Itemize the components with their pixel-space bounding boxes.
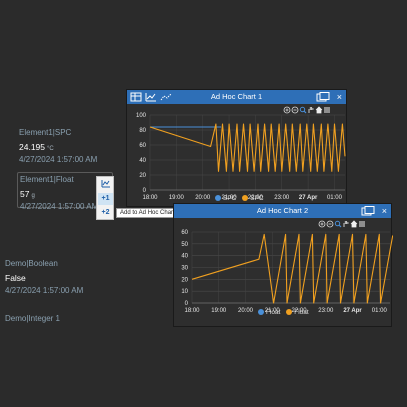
y-tick-label: 60 bbox=[139, 143, 146, 149]
legend-label[interactable]: Float bbox=[294, 309, 308, 316]
pan-hand-icon bbox=[343, 221, 349, 227]
chart-titlebar[interactable]: Ad Hoc Chart 1 × bbox=[127, 90, 346, 104]
legend-label[interactable]: SPC bbox=[223, 195, 236, 202]
element-value: 57 bbox=[20, 189, 30, 199]
home-icon bbox=[350, 220, 358, 228]
chart-toolbar bbox=[318, 220, 365, 228]
x-tick-label: 19:00 bbox=[211, 308, 227, 314]
magnifier-icon bbox=[338, 224, 342, 228]
element-name: Demo|Integer 1 bbox=[5, 314, 60, 323]
y-tick-label: 10 bbox=[181, 289, 188, 295]
legend-dot-blue bbox=[215, 195, 221, 201]
element-value: False bbox=[5, 273, 26, 283]
y-tick-label: 100 bbox=[136, 113, 147, 119]
y-tick-label: 60 bbox=[181, 230, 188, 236]
y-tick-label: 20 bbox=[181, 277, 188, 283]
series-line bbox=[149, 123, 346, 172]
close-icon[interactable]: × bbox=[337, 90, 342, 104]
zoom-in-icon bbox=[285, 108, 289, 112]
chart-title: Ad Hoc Chart 1 bbox=[210, 92, 263, 101]
x-tick-label: 01:00 bbox=[327, 195, 343, 201]
element-spc[interactable]: Element1|SPC 24.195 °C 4/27/2024 1:57:00 … bbox=[19, 128, 97, 164]
y-tick-label: 80 bbox=[139, 128, 146, 134]
add-to-chart-1-button[interactable]: +1 bbox=[98, 193, 113, 205]
chart-panel-2[interactable]: Ad Hoc Chart 2 × 0 10 20 30 40 50 60 18:00 19:00… bbox=[173, 203, 393, 327]
series-line bbox=[191, 233, 393, 304]
home-icon bbox=[315, 106, 323, 114]
y-tick-label: 30 bbox=[181, 266, 188, 272]
chart-titlebar[interactable]: Ad Hoc Chart 2 × bbox=[174, 204, 391, 218]
element-timestamp: 4/27/2024 1:57:00 AM bbox=[20, 202, 99, 211]
chart-legend: Float Float bbox=[254, 309, 309, 316]
popout-icon[interactable] bbox=[316, 92, 330, 102]
legend-dot-orange bbox=[286, 309, 293, 315]
popout-icon[interactable] bbox=[361, 206, 375, 216]
menu-icon bbox=[359, 221, 365, 227]
element-timestamp: 4/27/2024 1:57:00 AM bbox=[19, 155, 98, 164]
chart-title: Ad Hoc Chart 2 bbox=[256, 206, 309, 215]
menu-icon bbox=[324, 107, 330, 113]
element-actions-toolbar: +1 +2 bbox=[96, 176, 114, 220]
legend-dot-blue bbox=[258, 309, 264, 315]
x-tick-label: 19:00 bbox=[169, 195, 185, 201]
element-name: Demo|Boolean bbox=[5, 259, 58, 268]
legend-label[interactable]: Float bbox=[266, 309, 280, 316]
x-tick-label: 27 Apr bbox=[343, 308, 362, 314]
x-tick-label: 27 Apr bbox=[299, 195, 318, 201]
element-name: Element1|Float bbox=[20, 175, 74, 184]
legend-dot-orange bbox=[242, 195, 249, 201]
element-unit: °C bbox=[47, 146, 54, 152]
y-tick-label: 0 bbox=[185, 301, 189, 307]
pan-hand-icon bbox=[308, 107, 314, 113]
magnifier-icon bbox=[303, 110, 307, 114]
y-tick-label: 50 bbox=[181, 242, 188, 248]
element-timestamp: 4/27/2024 1:57:00 AM bbox=[5, 286, 84, 295]
x-tick-label: 18:00 bbox=[142, 195, 158, 201]
y-tick-label: 40 bbox=[181, 254, 188, 260]
x-tick-label: 18:00 bbox=[184, 308, 200, 314]
element-integer[interactable]: Demo|Integer 1 57 bbox=[5, 314, 60, 328]
chart-toolbar bbox=[283, 106, 330, 114]
y-tick-label: 20 bbox=[139, 173, 146, 179]
y-tick-label: 0 bbox=[143, 188, 147, 194]
element-name: Element1|SPC bbox=[19, 128, 72, 137]
x-tick-label: 23:00 bbox=[318, 308, 334, 314]
x-tick-label: 23:00 bbox=[274, 195, 290, 201]
close-icon[interactable]: × bbox=[382, 204, 387, 218]
chart-panel-1[interactable]: Ad Hoc Chart 1 × 0 20 40 60 80 100 18:00 19:00 2… bbox=[126, 89, 347, 207]
element-boolean[interactable]: Demo|Boolean False 4/27/2024 1:57:00 AM bbox=[5, 259, 83, 295]
y-tick-label: 40 bbox=[139, 158, 146, 164]
x-tick-label: 20:00 bbox=[195, 195, 211, 201]
chart-legend: SPC SPC bbox=[211, 195, 264, 202]
zoom-in-icon bbox=[320, 222, 324, 226]
x-tick-label: 01:00 bbox=[372, 308, 388, 314]
element-value: 24.195 bbox=[19, 142, 45, 152]
add-to-chart-2-button[interactable]: +2 bbox=[98, 207, 113, 219]
element-unit: g bbox=[31, 193, 35, 199]
x-tick-label: 20:00 bbox=[238, 308, 254, 314]
chart-plot[interactable]: 02040608010018:00 19:00 20:00 21:00 22:00 23:… bbox=[127, 104, 348, 208]
add-chart-icon[interactable] bbox=[98, 179, 113, 191]
legend-label[interactable]: SPC bbox=[250, 195, 263, 202]
element-float[interactable]: Element1|Float 57 g 4/27/2024 1:57:00 AM bbox=[20, 175, 98, 211]
